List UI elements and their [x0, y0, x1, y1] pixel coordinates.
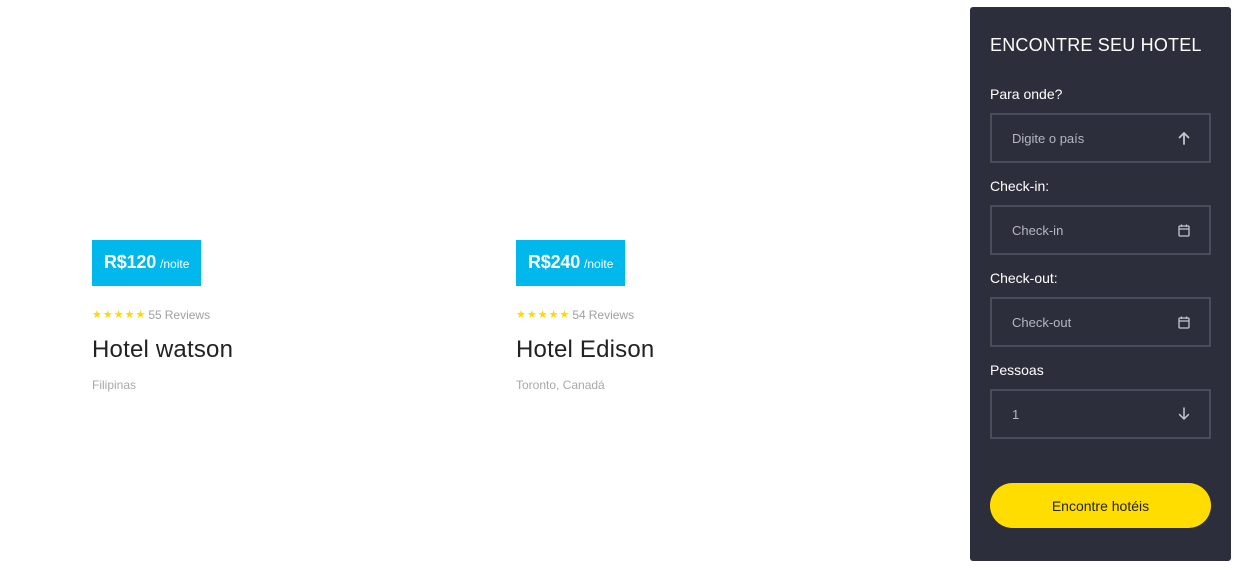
- star-icon: ★: [537, 308, 548, 321]
- star-icon: ★: [548, 308, 559, 321]
- rating: ★ ★ ★ ★ ★ 54 Reviews: [516, 308, 896, 322]
- star-rating: ★ ★ ★ ★ ★: [92, 308, 146, 321]
- price-badge: R$240 /noite: [516, 240, 626, 286]
- checkin-placeholder: Check-in: [1012, 222, 1064, 238]
- arrow-up-icon: [1177, 131, 1191, 145]
- checkin-input[interactable]: Check-in: [990, 205, 1211, 255]
- panel-title: ENCONTRE SEU HOTEL: [990, 35, 1202, 55]
- star-icon: ★: [526, 308, 537, 321]
- star-icon: ★: [124, 308, 135, 321]
- hotel-search-panel: ENCONTRE SEU HOTEL Para onde? Digite o p…: [970, 7, 1231, 561]
- star-icon: ★: [113, 308, 124, 321]
- price-amount: R$120: [104, 252, 157, 272]
- hotel-card[interactable]: R$120 /noite ★ ★ ★ ★ ★ 55 Reviews Hotel watso…: [92, 240, 472, 392]
- arrow-down-icon: [1177, 407, 1191, 421]
- checkin-label: Check-in:: [990, 178, 1050, 194]
- hotel-name[interactable]: Hotel Edison: [516, 336, 896, 364]
- rating: ★ ★ ★ ★ ★ 55 Reviews: [92, 308, 472, 322]
- find-hotels-button[interactable]: Encontre hotéis: [990, 483, 1211, 528]
- calendar-icon: [1177, 315, 1191, 329]
- checkout-input[interactable]: Check-out: [990, 297, 1211, 347]
- destination-placeholder: Digite o país: [1012, 130, 1085, 146]
- price-amount: R$240: [528, 252, 581, 272]
- price-unit: /noite: [584, 257, 614, 271]
- star-icon: ★: [559, 308, 570, 321]
- price-badge: R$120 /noite: [92, 240, 202, 286]
- checkout-placeholder: Check-out: [1012, 314, 1072, 330]
- destination-input[interactable]: Digite o país: [990, 113, 1211, 163]
- price-unit: /noite: [160, 257, 190, 271]
- hotel-name[interactable]: Hotel watson: [92, 336, 472, 364]
- calendar-icon: [1177, 223, 1191, 237]
- star-rating: ★ ★ ★ ★ ★: [516, 308, 570, 321]
- review-count: 54 Reviews: [572, 308, 635, 322]
- people-label: Pessoas: [990, 362, 1044, 378]
- checkout-label: Check-out:: [990, 270, 1058, 286]
- people-value: 1: [1012, 406, 1020, 422]
- star-icon: ★: [516, 308, 526, 321]
- star-icon: ★: [102, 308, 113, 321]
- star-icon: ★: [92, 308, 102, 321]
- people-select[interactable]: 1: [990, 389, 1211, 439]
- hotel-location: Filipinas: [92, 378, 137, 392]
- review-count: 55 Reviews: [148, 308, 211, 322]
- hotel-location: Toronto, Canadá: [516, 378, 605, 392]
- hotel-card[interactable]: R$240 /noite ★ ★ ★ ★ ★ 54 Reviews Hotel Ediso…: [516, 240, 896, 392]
- destination-label: Para onde?: [990, 86, 1063, 102]
- star-icon: ★: [135, 308, 146, 321]
